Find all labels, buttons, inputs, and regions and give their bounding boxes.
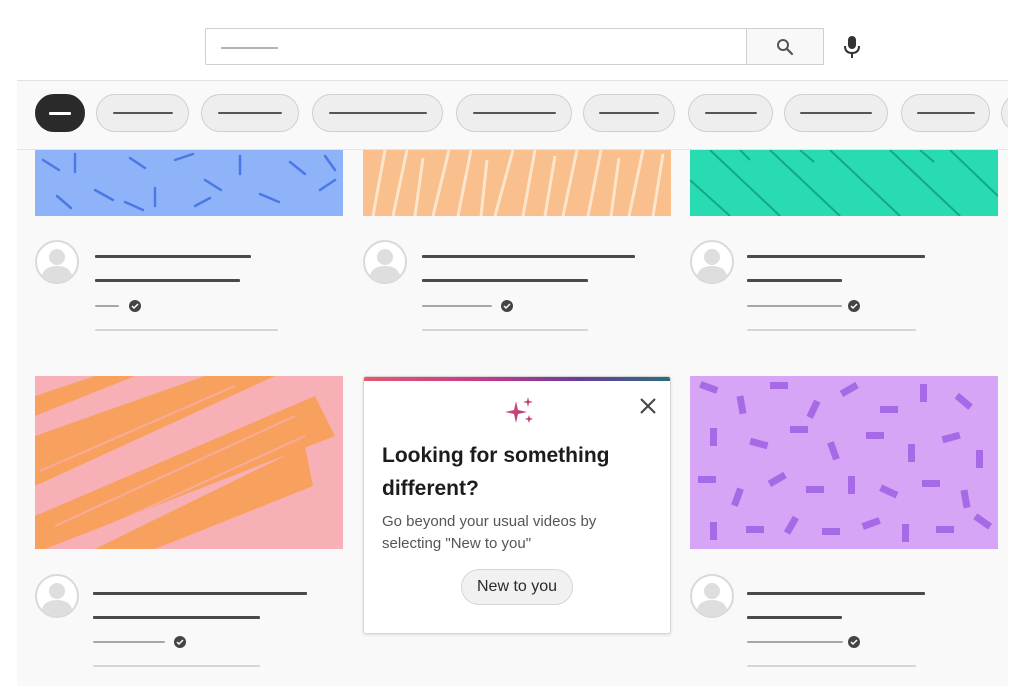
title-line[interactable] [95,279,240,282]
stats-line [93,665,260,667]
channel-line[interactable] [95,305,119,307]
channel-line[interactable] [747,641,843,643]
video-thumbnail[interactable] [35,376,343,549]
verified-check-icon [174,636,186,648]
chip-selected[interactable] [35,94,85,132]
filter-chip[interactable] [688,94,773,132]
stats-line [747,665,916,667]
stats-line [95,329,278,331]
video-meta [363,240,671,340]
title-line[interactable] [747,616,842,619]
title-line[interactable] [422,279,588,282]
title-line[interactable] [95,255,251,258]
close-button[interactable] [636,394,660,418]
sparkle-icon [504,395,536,427]
mic-button[interactable] [837,32,867,62]
video-grid: Looking for something different? Go beyo… [17,150,1008,686]
close-icon [640,398,656,414]
app-frame: Looking for something different? Go beyo… [17,14,1008,686]
search-button[interactable] [746,28,824,65]
title-line[interactable] [422,255,635,258]
stats-line [422,329,588,331]
title-line[interactable] [93,616,260,619]
search-placeholder-line [221,47,278,49]
filter-chip[interactable] [96,94,189,132]
top-bar [17,14,1008,81]
avatar-icon[interactable] [35,240,79,284]
stats-line [747,329,916,331]
filter-chip[interactable] [583,94,675,132]
title-line[interactable] [747,255,925,258]
promo-gradient-bar [364,377,670,381]
channel-line[interactable] [422,305,492,307]
video-meta [35,574,343,674]
video-meta [690,574,998,674]
filter-chip[interactable] [901,94,990,132]
search-icon [777,38,794,55]
title-line[interactable] [747,592,925,595]
filter-chip[interactable] [312,94,443,132]
filter-chip-partial[interactable] [1001,94,1008,132]
avatar-icon[interactable] [35,574,79,618]
verified-check-icon [848,636,860,648]
avatar-icon[interactable] [690,240,734,284]
video-thumbnail[interactable] [690,150,998,216]
video-meta [35,240,343,340]
video-thumbnail[interactable] [363,150,671,216]
mic-icon [844,36,860,58]
promo-description: Go beyond your usual videos by selecting… [382,513,597,552]
promo-title: Looking for something different? [382,444,610,500]
video-meta [690,240,998,340]
verified-check-icon [848,300,860,312]
title-line[interactable] [747,279,842,282]
verified-check-icon [501,300,513,312]
filter-chip[interactable] [201,94,299,132]
channel-line[interactable] [93,641,165,643]
video-thumbnail[interactable] [35,150,343,216]
new-to-you-button[interactable]: New to you [461,569,574,605]
filter-chip[interactable] [456,94,572,132]
search-input[interactable] [205,28,746,65]
avatar-icon[interactable] [363,240,407,284]
filter-chip[interactable] [784,94,888,132]
verified-check-icon [129,300,141,312]
new-to-you-promo-card: Looking for something different? Go beyo… [363,376,671,634]
avatar-icon[interactable] [690,574,734,618]
filter-chip-bar [17,81,1008,150]
video-thumbnail[interactable] [690,376,998,549]
channel-line[interactable] [747,305,842,307]
title-line[interactable] [93,592,307,595]
